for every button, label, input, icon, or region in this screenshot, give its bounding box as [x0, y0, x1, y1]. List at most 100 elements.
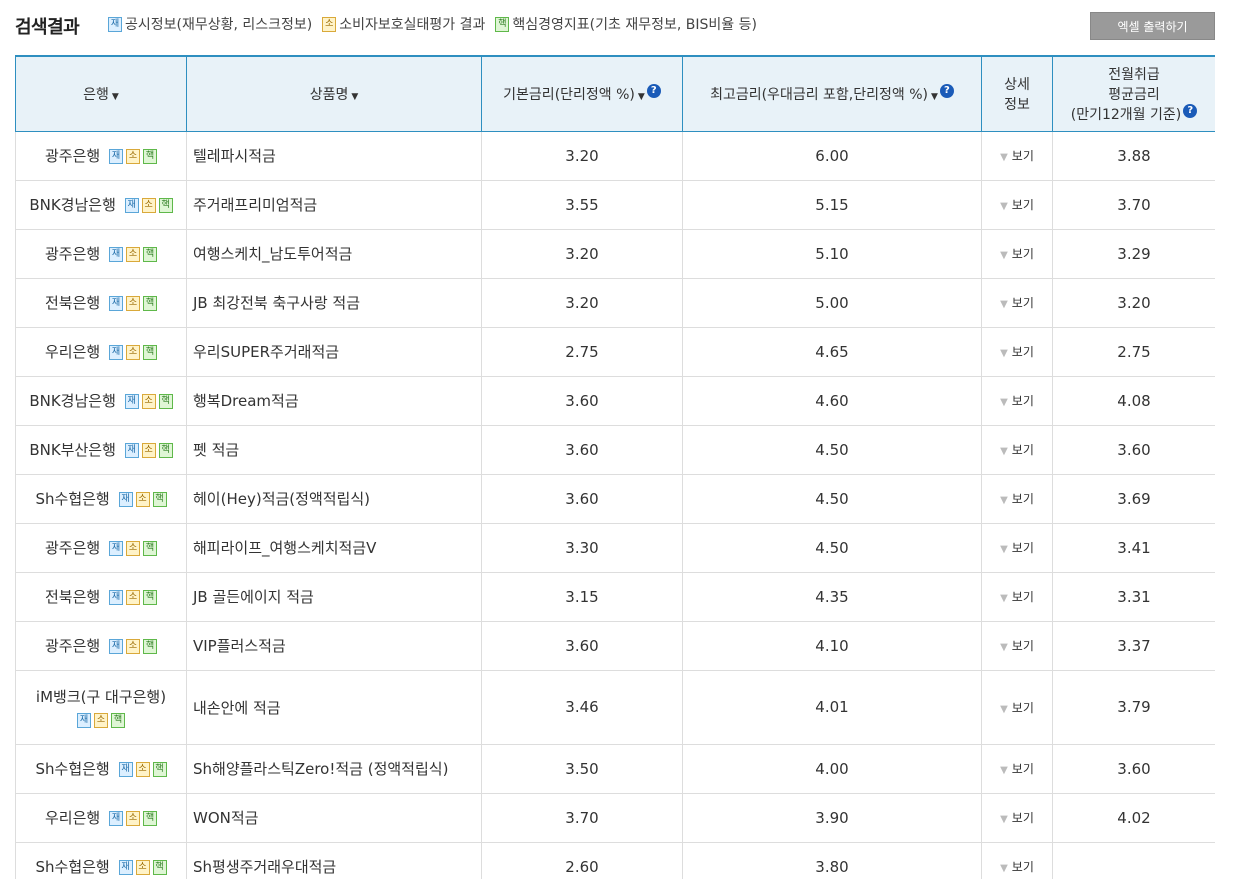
core-badge-icon[interactable]: 핵	[152, 860, 167, 875]
disclosure-badge-icon[interactable]: 재	[124, 394, 139, 409]
detail-view-button[interactable]: ▼ 보기	[981, 376, 1053, 426]
table-row: iM뱅크(구 대구은행) 재 소 핵 내손안에 적금 3.46 4.01 ▼ 보기…	[15, 670, 1215, 745]
base-rate: 2.60	[481, 842, 683, 879]
detail-view-button[interactable]: ▼ 보기	[981, 425, 1053, 475]
table-row: BNK경남은행 재 소 핵 주거래프리미엄적금 3.55 5.15 ▼ 보기 3.…	[15, 180, 1215, 230]
column-header-max-rate[interactable]: 최고금리(우대금리 포함,단리정액 %) ▼?	[682, 55, 982, 132]
detail-view-button[interactable]: ▼ 보기	[981, 793, 1053, 843]
help-icon[interactable]: ?	[1183, 103, 1198, 118]
core-badge-icon[interactable]: 핵	[142, 149, 157, 164]
detail-view-button[interactable]: ▼ 보기	[981, 229, 1053, 279]
bank-badges: 재 소 핵	[108, 811, 157, 826]
consumer-badge-icon[interactable]: 소	[125, 541, 140, 556]
detail-view-button[interactable]: ▼ 보기	[981, 278, 1053, 328]
avg-rate: 3.60	[1052, 425, 1215, 475]
consumer-badge-icon[interactable]: 소	[125, 811, 140, 826]
core-badge-icon[interactable]: 핵	[158, 443, 173, 458]
column-header-base-rate[interactable]: 기본금리(단리정액 %) ▼?	[481, 55, 683, 132]
disclosure-badge-icon[interactable]: 재	[108, 247, 123, 262]
table-row: 광주은행 재 소 핵 VIP플러스적금 3.60 4.10 ▼ 보기 3.37	[15, 621, 1215, 671]
bank-cell: BNK경남은행 재 소 핵	[15, 376, 187, 426]
table-row: 우리은행 재 소 핵 우리SUPER주거래적금 2.75 4.65 ▼ 보기 2.…	[15, 327, 1215, 377]
consumer-badge-icon[interactable]: 소	[141, 443, 156, 458]
disclosure-badge-icon[interactable]: 재	[118, 762, 133, 777]
help-icon[interactable]: ?	[939, 83, 954, 98]
disclosure-badge-icon[interactable]: 재	[108, 639, 123, 654]
detail-view-button[interactable]: ▼ 보기	[981, 523, 1053, 573]
disclosure-badge-icon[interactable]: 재	[108, 811, 123, 826]
sort-down-icon[interactable]: ▼	[351, 92, 358, 102]
core-badge-icon[interactable]: 핵	[142, 345, 157, 360]
disclosure-badge-icon[interactable]: 재	[108, 590, 123, 605]
table-row: 광주은행 재 소 핵 해피라이프_여행스케치적금V 3.30 4.50 ▼ 보기 …	[15, 523, 1215, 573]
legend-label: 공시정보(재무상황, 리스크정보)	[125, 17, 313, 33]
consumer-badge-icon[interactable]: 소	[125, 149, 140, 164]
max-rate: 4.60	[682, 376, 982, 426]
detail-view-label: 보기	[1011, 860, 1034, 874]
base-rate: 3.70	[481, 793, 683, 843]
consumer-badge-icon[interactable]: 소	[125, 296, 140, 311]
column-header-product[interactable]: 상품명 ▼	[186, 55, 482, 132]
consumer-badge-icon[interactable]: 소	[135, 860, 150, 875]
column-header-bank[interactable]: 은행 ▼	[15, 55, 187, 132]
disclosure-badge-icon[interactable]: 재	[108, 345, 123, 360]
detail-view-button[interactable]: ▼ 보기	[981, 131, 1053, 181]
max-rate: 4.35	[682, 572, 982, 622]
column-label: (만기12개월 기준)	[1070, 106, 1182, 123]
max-rate: 3.80	[682, 842, 982, 879]
disclosure-badge-icon[interactable]: 재	[118, 492, 133, 507]
max-rate: 3.90	[682, 793, 982, 843]
sort-down-icon[interactable]: ▼	[638, 92, 645, 102]
table-row: 전북은행 재 소 핵 JB 최강전북 축구사랑 적금 3.20 5.00 ▼ 보기…	[15, 278, 1215, 328]
consumer-badge-icon[interactable]: 소	[94, 713, 108, 728]
disclosure-badge-icon[interactable]: 재	[108, 149, 123, 164]
excel-export-button[interactable]: 엑셀 출력하기	[1090, 12, 1215, 40]
detail-view-button[interactable]: ▼ 보기	[981, 572, 1053, 622]
core-badge-icon[interactable]: 핵	[142, 639, 157, 654]
consumer-badge-icon[interactable]: 소	[135, 762, 150, 777]
consumer-badge-icon[interactable]: 소	[125, 345, 140, 360]
max-rate: 5.00	[682, 278, 982, 328]
product-name: 내손안에 적금	[186, 670, 482, 745]
help-icon[interactable]: ?	[646, 83, 661, 98]
bank-badges: 재 소 핵	[118, 860, 167, 875]
consumer-badge-icon[interactable]: 소	[141, 198, 156, 213]
page-title: 검색결과	[15, 17, 80, 38]
sort-down-icon[interactable]: ▼	[931, 92, 938, 102]
disclosure-badge-icon[interactable]: 재	[108, 541, 123, 556]
disclosure-badge-icon[interactable]: 재	[124, 443, 139, 458]
core-badge-icon[interactable]: 핵	[142, 296, 157, 311]
core-badge-icon[interactable]: 핵	[111, 713, 125, 728]
core-badge-icon[interactable]: 핵	[158, 198, 173, 213]
disclosure-badge-icon[interactable]: 재	[118, 860, 133, 875]
badge-legend: 재 공시정보(재무상황, 리스크정보) 소 소비자보호실태평가 결과 핵 핵심경…	[108, 14, 767, 34]
disclosure-badge-icon[interactable]: 재	[124, 198, 139, 213]
bank-badges: 재 소 핵	[124, 443, 173, 458]
consumer-badge-icon[interactable]: 소	[141, 394, 156, 409]
detail-view-button[interactable]: ▼ 보기	[981, 327, 1053, 377]
product-name: 여행스케치_남도투어적금	[186, 229, 482, 279]
core-badge-icon[interactable]: 핵	[152, 492, 167, 507]
consumer-badge-icon[interactable]: 소	[125, 639, 140, 654]
detail-view-button[interactable]: ▼ 보기	[981, 474, 1053, 524]
core-badge-icon[interactable]: 핵	[152, 762, 167, 777]
detail-view-button[interactable]: ▼ 보기	[981, 180, 1053, 230]
consumer-badge-icon[interactable]: 소	[125, 590, 140, 605]
detail-view-button[interactable]: ▼ 보기	[981, 621, 1053, 671]
avg-rate: 3.31	[1052, 572, 1215, 622]
core-badge-icon[interactable]: 핵	[142, 590, 157, 605]
disclosure-badge-icon[interactable]: 재	[108, 296, 123, 311]
sort-down-icon[interactable]: ▼	[112, 92, 119, 102]
bank-cell: Sh수협은행 재 소 핵	[15, 744, 187, 794]
detail-view-button[interactable]: ▼ 보기	[981, 744, 1053, 794]
consumer-badge-icon[interactable]: 소	[125, 247, 140, 262]
consumer-badge-icon[interactable]: 소	[135, 492, 150, 507]
detail-view-button[interactable]: ▼ 보기	[981, 670, 1053, 745]
core-badge-icon[interactable]: 핵	[158, 394, 173, 409]
bank-badges: 재 소 핵	[118, 762, 167, 777]
core-badge-icon[interactable]: 핵	[142, 247, 157, 262]
disclosure-badge-icon[interactable]: 재	[77, 713, 91, 728]
core-badge-icon[interactable]: 핵	[142, 811, 157, 826]
detail-view-button[interactable]: ▼ 보기	[981, 842, 1053, 879]
core-badge-icon[interactable]: 핵	[142, 541, 157, 556]
